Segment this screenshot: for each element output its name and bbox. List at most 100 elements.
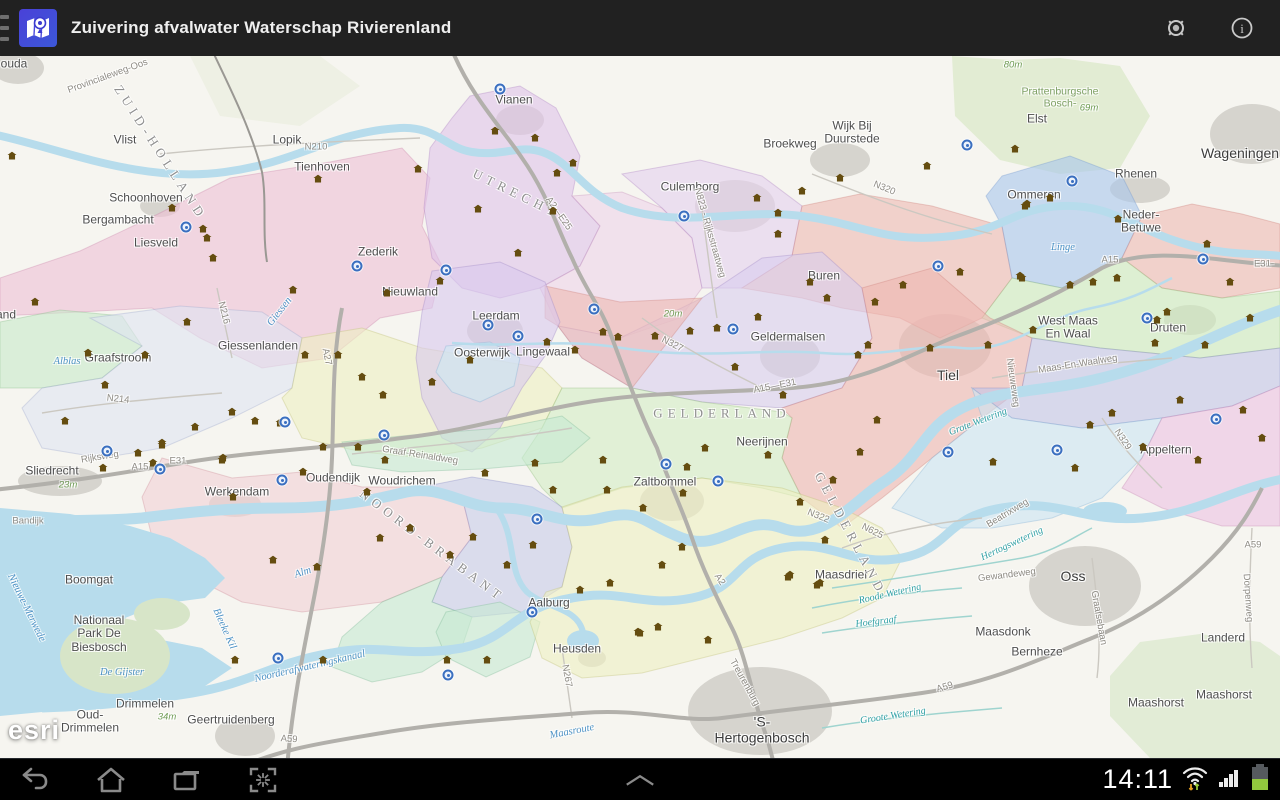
treatment-plant-marker[interactable] <box>1066 281 1075 289</box>
map-view[interactable]: oudaVlistLopikTienhovenSchoonhovenBergam… <box>0 56 1280 758</box>
pump-station-marker[interactable] <box>102 446 113 457</box>
treatment-plant-marker[interactable] <box>1089 278 1098 286</box>
pump-station-marker[interactable] <box>280 417 291 428</box>
pump-station-marker[interactable] <box>352 261 363 272</box>
treatment-plant-marker[interactable] <box>1011 145 1020 153</box>
treatment-plant-marker[interactable] <box>683 463 692 471</box>
treatment-plant-marker[interactable] <box>779 391 788 399</box>
treatment-plant-marker[interactable] <box>989 458 998 466</box>
treatment-plant-marker[interactable] <box>199 225 208 233</box>
treatment-plant-marker[interactable] <box>531 459 540 467</box>
treatment-plant-marker[interactable] <box>1176 396 1185 404</box>
treatment-plant-marker[interactable] <box>466 356 475 364</box>
home-button[interactable] <box>94 763 128 797</box>
treatment-plant-marker[interactable] <box>603 486 612 494</box>
pump-station-marker[interactable] <box>513 331 524 342</box>
treatment-plant-marker[interactable] <box>549 486 558 494</box>
treatment-plant-marker[interactable] <box>168 204 177 212</box>
treatment-plant-marker[interactable] <box>774 230 783 238</box>
treatment-plant-marker[interactable] <box>679 489 688 497</box>
pump-station-marker[interactable] <box>589 304 600 315</box>
treatment-plant-marker[interactable] <box>1071 464 1080 472</box>
treatment-plant-marker[interactable] <box>823 294 832 302</box>
treatment-plant-marker[interactable] <box>428 378 437 386</box>
treatment-plant-marker[interactable] <box>1246 314 1255 322</box>
menu-icon[interactable] <box>0 15 10 41</box>
treatment-plant-marker[interactable] <box>796 498 805 506</box>
treatment-plant-marker[interactable] <box>531 134 540 142</box>
treatment-plant-marker[interactable] <box>658 561 667 569</box>
treatment-plant-marker[interactable] <box>231 656 240 664</box>
treatment-plant-marker[interactable] <box>99 464 108 472</box>
pump-station-marker[interactable] <box>495 84 506 95</box>
treatment-plant-marker[interactable] <box>639 504 648 512</box>
treatment-plant-marker[interactable] <box>529 541 538 549</box>
treatment-plant-marker[interactable] <box>599 328 608 336</box>
treatment-plant-marker[interactable] <box>1113 274 1122 282</box>
treatment-plant-marker[interactable] <box>289 286 298 294</box>
treatment-plant-marker[interactable] <box>61 417 70 425</box>
treatment-plant-marker[interactable] <box>651 332 660 340</box>
treatment-plant-marker[interactable] <box>549 207 558 215</box>
pump-station-marker[interactable] <box>728 324 739 335</box>
treatment-plant-marker[interactable] <box>376 534 385 542</box>
screenshot-button[interactable] <box>246 763 280 797</box>
pump-station-marker[interactable] <box>441 265 452 276</box>
treatment-plant-marker[interactable] <box>678 543 687 551</box>
back-button[interactable] <box>18 763 52 797</box>
treatment-plant-marker[interactable] <box>491 127 500 135</box>
pump-station-marker[interactable] <box>1067 176 1078 187</box>
treatment-plant-marker[interactable] <box>299 468 308 476</box>
treatment-plant-marker[interactable] <box>209 254 218 262</box>
treatment-plant-marker[interactable] <box>469 533 478 541</box>
pump-station-marker[interactable] <box>527 607 538 618</box>
pump-station-marker[interactable] <box>181 222 192 233</box>
pump-station-marker[interactable] <box>1142 313 1153 324</box>
treatment-plant-marker[interactable] <box>269 556 278 564</box>
treatment-plant-marker[interactable] <box>313 563 322 571</box>
treatment-plant-marker[interactable] <box>899 281 908 289</box>
pump-station-marker[interactable] <box>1211 414 1222 425</box>
treatment-plant-marker[interactable] <box>334 351 343 359</box>
treatment-plant-marker[interactable] <box>731 363 740 371</box>
treatment-plant-marker[interactable] <box>406 524 415 532</box>
treatment-plant-marker[interactable] <box>301 351 310 359</box>
treatment-plant-marker[interactable] <box>923 162 932 170</box>
treatment-plant-marker[interactable] <box>191 423 200 431</box>
treatment-plant-marker[interactable] <box>446 551 455 559</box>
treatment-plant-marker[interactable] <box>358 373 367 381</box>
treatment-plant-marker[interactable] <box>319 656 328 664</box>
pump-station-marker[interactable] <box>483 320 494 331</box>
treatment-plant-marker[interactable] <box>314 175 323 183</box>
treatment-plant-marker[interactable] <box>443 656 452 664</box>
treatment-plant-marker[interactable] <box>183 318 192 326</box>
treatment-plant-marker[interactable] <box>1046 194 1055 202</box>
treatment-plant-marker[interactable] <box>704 636 713 644</box>
treatment-plant-marker[interactable] <box>754 313 763 321</box>
treatment-plant-marker[interactable] <box>503 561 512 569</box>
pump-station-marker[interactable] <box>1052 445 1063 456</box>
gps-locate-button[interactable] <box>1160 12 1192 44</box>
treatment-plant-marker[interactable] <box>686 327 695 335</box>
treatment-plant-marker[interactable] <box>514 249 523 257</box>
treatment-plant-marker[interactable] <box>871 298 880 306</box>
treatment-plant-marker[interactable] <box>228 408 237 416</box>
info-button[interactable]: i <box>1226 12 1258 44</box>
treatment-plant-marker[interactable] <box>1226 278 1235 286</box>
treatment-plant-marker[interactable] <box>829 476 838 484</box>
treatment-plant-marker[interactable] <box>571 346 580 354</box>
pump-station-marker[interactable] <box>155 464 166 475</box>
recents-button[interactable] <box>170 763 204 797</box>
pump-station-marker[interactable] <box>1198 254 1209 265</box>
treatment-plant-marker[interactable] <box>1163 308 1172 316</box>
treatment-plant-marker[interactable] <box>381 456 390 464</box>
treatment-plant-marker[interactable] <box>383 289 392 297</box>
pump-station-marker[interactable] <box>277 475 288 486</box>
treatment-plant-marker[interactable] <box>798 187 807 195</box>
treatment-plant-marker[interactable] <box>654 623 663 631</box>
pump-station-marker[interactable] <box>443 670 454 681</box>
treatment-plant-marker[interactable] <box>864 341 873 349</box>
treatment-plant-marker[interactable] <box>821 536 830 544</box>
treatment-plant-marker[interactable] <box>8 152 17 160</box>
treatment-plant-marker[interactable] <box>229 493 238 501</box>
